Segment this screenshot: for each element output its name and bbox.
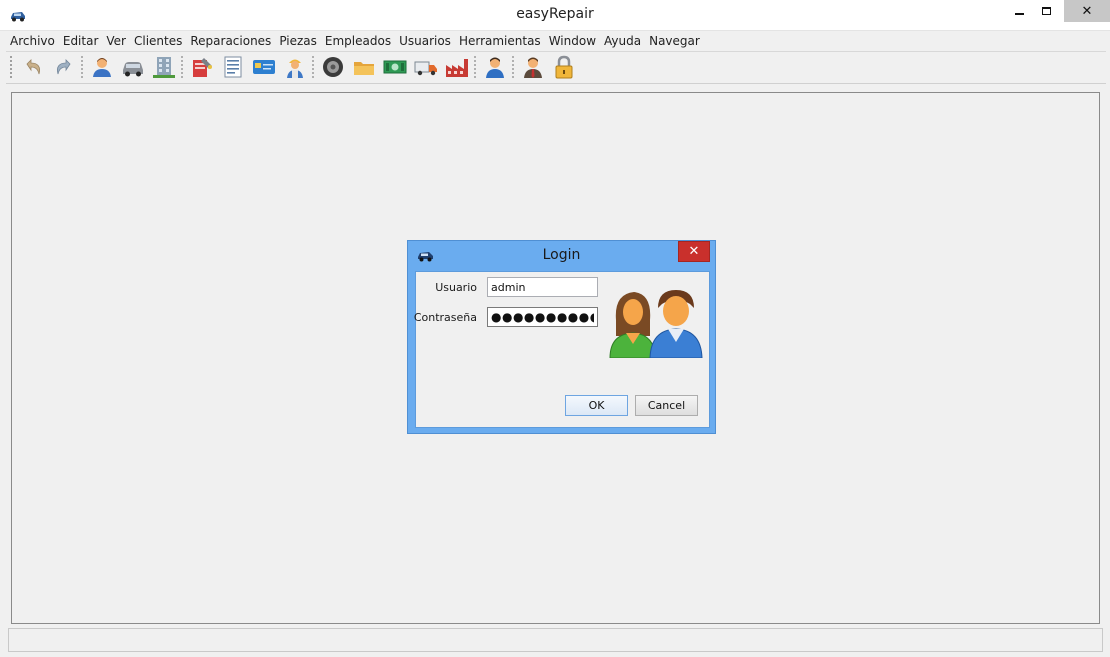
- tire-icon: [322, 57, 343, 77]
- menu-window[interactable]: Window: [545, 31, 600, 51]
- close-icon: ✕: [688, 244, 700, 259]
- lock-button[interactable]: [550, 54, 577, 80]
- maximize-icon: [1042, 7, 1051, 15]
- username-field[interactable]: [487, 277, 598, 297]
- truck-icon: [414, 61, 437, 76]
- close-icon: ✕: [1081, 3, 1093, 19]
- user-admin-icon: [523, 57, 542, 78]
- undo-button[interactable]: [19, 54, 46, 80]
- password-field[interactable]: [487, 307, 598, 327]
- menu-reparaciones[interactable]: Reparaciones: [186, 31, 275, 51]
- status-bar: [8, 628, 1103, 652]
- folder-icon: [353, 62, 374, 75]
- card-button[interactable]: [250, 54, 277, 80]
- menu-bar: Archivo Editar Ver Clientes Reparaciones…: [6, 31, 704, 51]
- employees-button[interactable]: [481, 54, 508, 80]
- toolbar-separator: [81, 56, 84, 78]
- users-avatar-icon: [609, 290, 703, 358]
- toolbar-grip[interactable]: [10, 56, 13, 78]
- menu-divider: [6, 51, 1106, 52]
- money-icon: [383, 60, 406, 74]
- minimize-icon: [1015, 13, 1024, 15]
- menu-ver[interactable]: Ver: [102, 31, 130, 51]
- lock-icon: [555, 55, 572, 79]
- password-label: Contraseña: [413, 311, 477, 324]
- worker-icon: [286, 59, 303, 78]
- parts-button[interactable]: [319, 54, 346, 80]
- menu-usuarios[interactable]: Usuarios: [395, 31, 455, 51]
- ok-button[interactable]: OK: [565, 395, 628, 416]
- login-dialog: Login ✕ Usuario Contraseña OK Cancel: [407, 240, 716, 434]
- close-button[interactable]: ✕: [1064, 0, 1110, 22]
- menu-herramientas[interactable]: Herramientas: [455, 31, 545, 51]
- dialog-close-button[interactable]: ✕: [678, 241, 710, 262]
- minimize-button[interactable]: [1006, 0, 1033, 22]
- undo-icon: [25, 59, 40, 75]
- client-icon: [92, 58, 111, 77]
- toolbar-divider: [6, 83, 1106, 84]
- supplier-button[interactable]: [412, 54, 439, 80]
- title-bar: easyRepair ✕: [0, 0, 1110, 31]
- menu-navegar[interactable]: Navegar: [645, 31, 704, 51]
- document-list-button[interactable]: [219, 54, 246, 80]
- menu-empleados[interactable]: Empleados: [321, 31, 395, 51]
- manufacturer-button[interactable]: [443, 54, 470, 80]
- building-icon: [152, 57, 175, 78]
- menu-ayuda[interactable]: Ayuda: [600, 31, 645, 51]
- worker-button[interactable]: [281, 54, 308, 80]
- dialog-title: Login: [542, 247, 581, 263]
- toolbar-separator: [181, 56, 184, 78]
- car-icon: [122, 62, 143, 77]
- company-button[interactable]: [150, 54, 177, 80]
- toolbar: [10, 53, 581, 81]
- document-list-icon: [224, 56, 241, 78]
- money-button[interactable]: [381, 54, 408, 80]
- users-button[interactable]: [519, 54, 546, 80]
- username-label: Usuario: [435, 281, 477, 294]
- redo-button[interactable]: [50, 54, 77, 80]
- clients-button[interactable]: [88, 54, 115, 80]
- factory-icon: [445, 59, 468, 77]
- redo-icon: [56, 59, 71, 75]
- menu-clientes[interactable]: Clientes: [130, 31, 186, 51]
- maximize-button[interactable]: [1033, 0, 1060, 22]
- window-title: easyRepair: [516, 6, 594, 22]
- repair-order-icon: [192, 58, 212, 77]
- dialog-body: Usuario Contraseña OK Cancel: [413, 271, 710, 428]
- menu-editar[interactable]: Editar: [59, 31, 103, 51]
- toolbar-separator: [312, 56, 315, 78]
- employee-icon: [485, 57, 504, 78]
- vehicles-button[interactable]: [119, 54, 146, 80]
- card-icon: [252, 60, 275, 74]
- folder-button[interactable]: [350, 54, 377, 80]
- repair-order-button[interactable]: [188, 54, 215, 80]
- menu-archivo[interactable]: Archivo: [6, 31, 59, 51]
- toolbar-separator: [512, 56, 515, 78]
- cancel-button[interactable]: Cancel: [635, 395, 698, 416]
- menu-piezas[interactable]: Piezas: [275, 31, 321, 51]
- toolbar-separator: [474, 56, 477, 78]
